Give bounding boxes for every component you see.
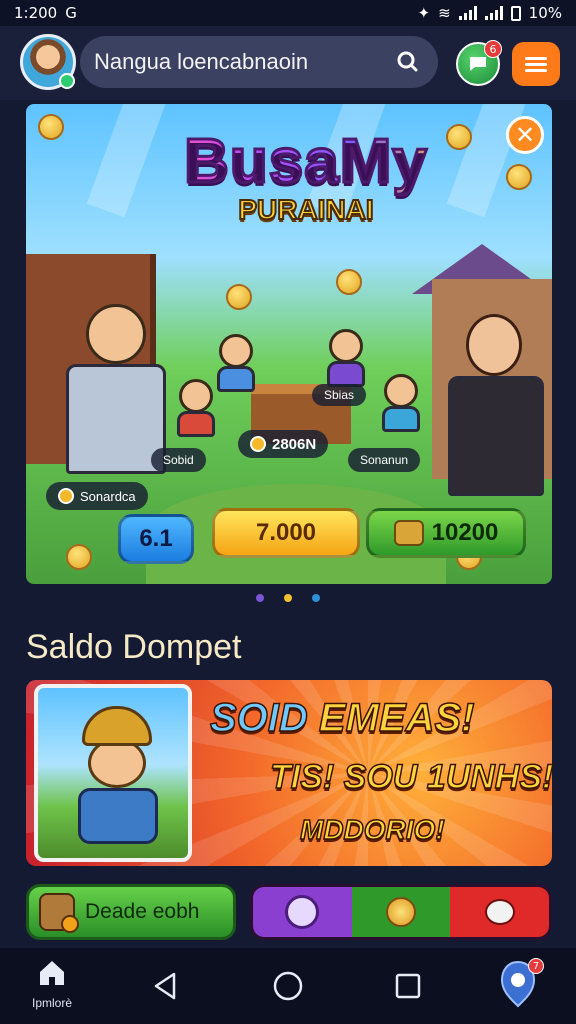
value-button-yellow-label: 7.000 xyxy=(255,519,317,546)
quick-actions xyxy=(250,884,552,940)
score-tag-center-value: 2806N xyxy=(272,435,317,453)
close-banner-button[interactable]: ✕ xyxy=(506,116,544,154)
coin-icon xyxy=(336,269,362,295)
carousel-dot-1[interactable] xyxy=(256,594,264,602)
back-icon[interactable] xyxy=(146,966,186,1006)
wallet-section-title: Saldo Dompet xyxy=(26,628,242,666)
clock-icon xyxy=(285,895,320,929)
nav-profile[interactable]: 7 xyxy=(498,958,544,1008)
promo-line-2: TIS! SOU 1UNHS! xyxy=(269,757,554,797)
gem-icon xyxy=(250,436,266,452)
chat-button[interactable]: 6 xyxy=(456,40,502,86)
clock: 1:200 xyxy=(14,4,58,22)
player-tag-left: Sonardca xyxy=(46,482,148,510)
promo-line-1: SOID EMEAS! xyxy=(209,695,475,741)
nav-home[interactable]: Ipmlorè xyxy=(22,958,82,1010)
value-button-green[interactable]: 10200 xyxy=(366,508,526,558)
value-button-blue-label: 6.1 xyxy=(139,525,173,552)
value-button-blue[interactable]: 6.1 xyxy=(118,514,194,564)
player-tag-center-left-label: Sobid xyxy=(163,453,194,467)
signal-icon-2 xyxy=(484,6,503,20)
value-button-yellow[interactable]: 7.000 xyxy=(212,508,360,558)
chat-badge: 6 xyxy=(484,40,502,58)
player-tag-center-left: Sobid xyxy=(151,448,206,472)
bag-icon xyxy=(39,893,79,933)
deposit-button[interactable]: Deade eobh xyxy=(26,884,236,940)
coin-icon xyxy=(66,544,92,570)
notification-icon: ✦ xyxy=(417,4,431,22)
avatar[interactable] xyxy=(20,34,76,90)
banner-subtitle: PURAINAI xyxy=(237,193,374,226)
character-small-3 xyxy=(171,379,221,439)
deposit-button-label: Deade eobh xyxy=(85,900,200,923)
coin-icon xyxy=(58,488,74,504)
character-right xyxy=(436,304,552,504)
carousel-dot-3[interactable] xyxy=(312,594,320,602)
promo-thumbnail xyxy=(34,684,192,862)
search-icon[interactable] xyxy=(396,50,418,72)
player-tag-right-label: Sonanun xyxy=(360,453,409,467)
promo-banner[interactable]: BusaMy PURAINAI ✕ Sonardca Sobid Sbias 2… xyxy=(26,104,552,584)
menu-icon xyxy=(525,54,547,75)
coin-icon xyxy=(506,164,532,190)
character-small-4 xyxy=(376,374,426,434)
promo-line-1-blue: SOID xyxy=(209,695,308,741)
home-circle-icon[interactable] xyxy=(268,966,308,1006)
coin-icon xyxy=(226,284,252,310)
player-tag-left-label: Sonardca xyxy=(80,488,136,504)
player-tag-center-right-label: Sbias xyxy=(324,388,355,402)
banner-title: BusaMy xyxy=(156,126,456,198)
bottom-nav: Ipmlorè 7 xyxy=(0,948,576,1024)
status-bar: 1:200 G ✦ ≋ 10% xyxy=(0,0,576,26)
value-button-green-label: 10200 xyxy=(431,519,499,546)
online-dot xyxy=(59,73,75,89)
close-icon: ✕ xyxy=(514,121,536,149)
search-text: Nangua loencabnaoin xyxy=(94,49,309,74)
nav-home-label: Ipmlorè xyxy=(31,996,72,1010)
signal-icon xyxy=(458,6,477,20)
status-g-text: G xyxy=(65,4,77,22)
carousel-dot-2[interactable] xyxy=(284,594,292,602)
promo-line-1-yellow: EMEAS! xyxy=(307,695,475,741)
score-tag-center: 2806N xyxy=(238,430,329,458)
character-small-2 xyxy=(321,329,371,389)
search-bar[interactable]: Nangua loencabnaoin xyxy=(80,36,438,88)
skull-icon xyxy=(484,899,515,925)
chest-icon xyxy=(393,520,424,546)
recent-apps-icon[interactable] xyxy=(388,966,428,1006)
home-icon xyxy=(40,961,64,985)
wifi-icon: ≋ xyxy=(438,4,451,22)
player-tag-right: Sonanun xyxy=(348,448,421,472)
menu-button[interactable] xyxy=(512,42,560,86)
quick-action-green[interactable] xyxy=(351,887,451,937)
app-header: Nangua loencabnaoin 6 xyxy=(0,26,576,100)
coins-icon xyxy=(386,897,416,927)
player-tag-center-right: Sbias xyxy=(312,384,367,406)
quick-action-red[interactable] xyxy=(450,887,549,937)
coin-icon xyxy=(446,124,472,150)
promo-line-3: MDDORIO! xyxy=(299,813,445,846)
quick-action-purple[interactable] xyxy=(253,887,352,937)
battery-icon xyxy=(510,5,521,21)
coin-icon xyxy=(38,114,64,140)
battery-text: 10% xyxy=(528,4,562,22)
profile-badge: 7 xyxy=(528,958,544,974)
carousel-indicator xyxy=(0,594,576,602)
